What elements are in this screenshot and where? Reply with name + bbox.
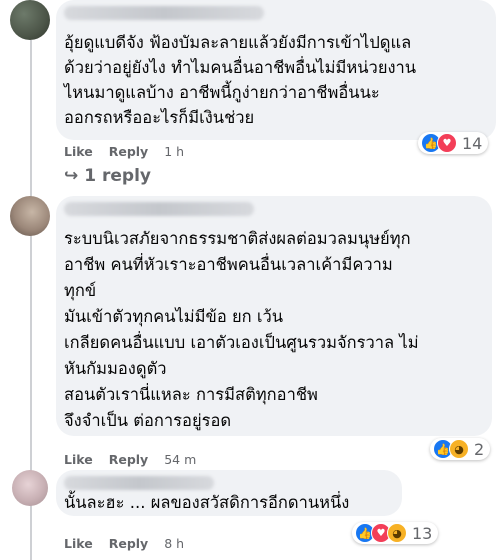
reply-arrow-icon: ↪ [64, 166, 79, 186]
reaction-count: 2 [474, 439, 485, 459]
comment-line: นั้นละฮะ ... ผลของสวัสดิการอีกดานหนึ่ง [64, 493, 350, 512]
redacted-author-name[interactable] [64, 476, 214, 490]
comment-line: อาชีพ คนที่หัวเราะอาชีพคนอื่นเวลาเค้ามีค… [64, 255, 393, 274]
comment-bubble-3: นั้นละฮะ ... ผลของสวัสดิการอีกดานหนึ่ง [56, 470, 402, 516]
comment-line: จึงจำเป็น ต่อการอยู่รอด [64, 411, 232, 430]
view-replies-link[interactable]: ↪ 1 reply [64, 166, 151, 186]
reply-button[interactable]: Reply [109, 452, 148, 467]
comment-bubble-2: ระบบนิเวสภัยจากธรรมชาติส่งผลต่อมวลมนุษย์… [56, 196, 492, 436]
comment-text: ระบบนิเวสภัยจากธรรมชาติส่งผลต่อมวลมนุษย์… [64, 226, 419, 434]
comment-line: ไหนมาดูแลบ้าง อาชีพนี้กูง่ายกว่าอาชีพอื่… [64, 83, 380, 102]
comment-text: อุ้ยดูแบดีจัง ฟ้องบัมละลายแล้วยังมีการเข… [64, 30, 416, 130]
reaction-summary[interactable]: 👍 ♥ ◕ 13 [352, 522, 439, 544]
reaction-count: 14 [462, 133, 483, 153]
comment-bubble-1: อุ้ยดูแบดีจัง ฟ้องบัมละลายแล้วยังมีการเข… [56, 0, 496, 140]
comment-line: หันกัมมองดูตัว [64, 359, 167, 378]
reaction-summary[interactable]: 👍 ♥ 14 [418, 132, 489, 154]
avatar[interactable] [10, 196, 50, 236]
avatar[interactable] [12, 470, 48, 506]
comment-line: สอนตัวเรานี่แหละ การมีสติทุกอาชีพ [64, 385, 318, 404]
redacted-author-name[interactable] [64, 6, 264, 20]
comment-line: ด้วยว่าอยู่ยังไง ทำไมคนอื่นอาชีพอื่นไม่ม… [64, 58, 417, 77]
like-button[interactable]: Like [64, 536, 93, 551]
comment-line: เกลียดคนอื่นแบบ เอาตัวเองเป็นศูนรวมจักรว… [64, 333, 419, 352]
comment-actions: Like Reply 1 h [64, 144, 184, 159]
haha-icon: ◕ [387, 523, 407, 543]
comment-line: ออกรถหรืออะไรก็มีเงินช่วย [64, 108, 255, 127]
love-icon: ♥ [437, 133, 457, 153]
haha-icon: ◕ [449, 439, 469, 459]
comment-actions: Like Reply 54 m [64, 452, 196, 467]
comment-line: อุ้ยดูแบดีจัง ฟ้องบัมละลายแล้วยังมีการเข… [64, 33, 412, 52]
like-button[interactable]: Like [64, 452, 93, 467]
reply-button[interactable]: Reply [109, 536, 148, 551]
like-button[interactable]: Like [64, 144, 93, 159]
comment-text: นั้นละฮะ ... ผลของสวัสดิการอีกดานหนึ่ง [64, 490, 349, 515]
timestamp[interactable]: 54 m [164, 452, 196, 467]
reply-button[interactable]: Reply [109, 144, 148, 159]
replies-count-label: 1 reply [84, 166, 151, 186]
timestamp[interactable]: 8 h [164, 536, 184, 551]
redacted-author-name[interactable] [64, 202, 254, 216]
comment-line: ทุกข์ [64, 281, 97, 300]
reaction-count: 13 [412, 523, 433, 543]
reaction-summary[interactable]: 👍 ◕ 2 [430, 438, 491, 460]
comment-actions: Like Reply 8 h [64, 536, 184, 551]
timestamp[interactable]: 1 h [164, 144, 184, 159]
avatar[interactable] [10, 0, 50, 40]
comment-line: มันเข้าตัวทุกคนไม่มีข้อ ยก เว้น [64, 307, 284, 326]
comment-line: ระบบนิเวสภัยจากธรรมชาติส่งผลต่อมวลมนุษย์… [64, 229, 411, 248]
